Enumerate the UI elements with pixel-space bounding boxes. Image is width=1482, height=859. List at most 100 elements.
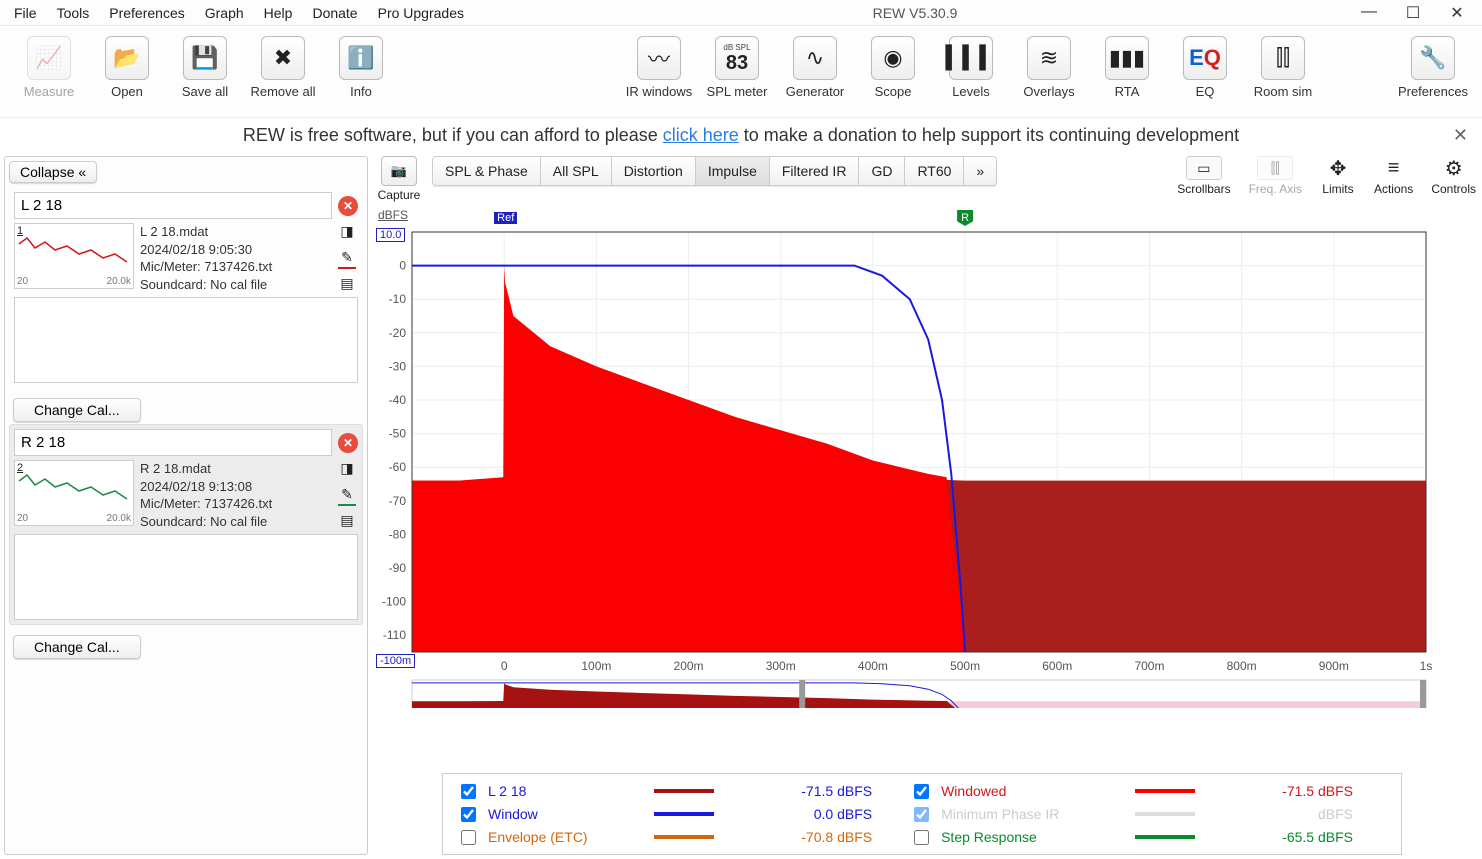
tool-open-button[interactable]: 📂Open: [88, 32, 166, 103]
menu-preferences[interactable]: Preferences: [99, 2, 194, 24]
freqaxis-tool: ⫿⫿ Freq. Axis: [1249, 156, 1302, 196]
tool-spl-label: SPL meter: [707, 84, 768, 99]
svg-text:100m: 100m: [581, 659, 611, 673]
window-maximize-icon[interactable]: ☐: [1400, 3, 1426, 23]
measurement-name-input[interactable]: [14, 429, 332, 456]
svg-text:-30: -30: [389, 359, 407, 373]
tab-all-spl[interactable]: All SPL: [541, 157, 612, 185]
menu-help[interactable]: Help: [254, 2, 303, 24]
limits-tool[interactable]: ✥ Limits: [1320, 156, 1356, 196]
measurement-notes-icon[interactable]: ▤: [338, 512, 356, 530]
menu-tools[interactable]: Tools: [47, 2, 100, 24]
window-close-icon[interactable]: ✕: [1444, 3, 1470, 23]
menu-proupgrades[interactable]: Pro Upgrades: [368, 2, 474, 24]
svg-text:-50: -50: [389, 427, 407, 441]
tool-rta-label: RTA: [1115, 84, 1140, 99]
legend-value: 0.0 dBFS: [755, 802, 878, 825]
collapse-button[interactable]: Collapse «: [9, 161, 97, 183]
measurement-graph-icon[interactable]: ◨: [338, 460, 356, 478]
banner-close-icon[interactable]: ✕: [1453, 125, 1468, 146]
tool-measure-label: Measure: [24, 84, 75, 99]
ref-marker[interactable]: Ref: [494, 212, 517, 224]
tool-saveall-button[interactable]: 💾Save all: [166, 32, 244, 103]
scope-icon: ◉: [871, 36, 915, 80]
spl-meter-icon: dB SPL 83: [715, 36, 759, 80]
measurement-delete-icon[interactable]: ✕: [338, 196, 358, 216]
tab-distortion[interactable]: Distortion: [612, 157, 696, 185]
scrollbars-tool[interactable]: ▭ Scrollbars: [1177, 156, 1230, 196]
x-cursor-badge: -100m: [376, 654, 415, 668]
tab-rt60[interactable]: RT60: [905, 157, 964, 185]
legend-check-envelope-etc-[interactable]: [461, 830, 476, 845]
change-cal-button-2[interactable]: Change Cal...: [13, 635, 141, 659]
tool-roomsim-button[interactable]: ⫿⫿Room sim: [1244, 32, 1322, 103]
measurement-card-1[interactable]: ✕ 1 2020.0k L 2 18.mdat2024/02/18 9:05:3…: [9, 187, 363, 388]
removeall-icon: ✖: [261, 36, 305, 80]
tool-overlays-label: Overlays: [1023, 84, 1074, 99]
impulse-chart[interactable]: dBFS 10.0 0-10-20-30-40-50-60-70-80-90-1…: [372, 208, 1476, 769]
tool-scope-button[interactable]: ◉Scope: [854, 32, 932, 103]
tab-gd[interactable]: GD: [859, 157, 905, 185]
info-icon: ℹ️: [339, 36, 383, 80]
tool-rta-button[interactable]: ▮▮▮RTA: [1088, 32, 1166, 103]
window-minimize-icon[interactable]: —: [1356, 3, 1382, 23]
eq-icon: EQ: [1183, 36, 1227, 80]
legend-check-window[interactable]: [461, 807, 476, 822]
tool-open-label: Open: [111, 84, 143, 99]
measurement-edit-icon[interactable]: ✎: [338, 486, 356, 504]
tool-info-button[interactable]: ℹ️Info: [322, 32, 400, 103]
menu-file[interactable]: File: [4, 2, 47, 24]
tool-removeall-label: Remove all: [250, 84, 315, 99]
measurement-notes-icon[interactable]: ▤: [338, 275, 356, 293]
tab-spl-phase[interactable]: SPL & Phase: [433, 157, 541, 185]
tool-irwin-button[interactable]: 〰 IR windows: [620, 32, 698, 103]
controls-tool[interactable]: ⚙ Controls: [1431, 156, 1476, 196]
measurement-delete-icon[interactable]: ✕: [338, 433, 358, 453]
tab--[interactable]: »: [964, 157, 996, 185]
measurement-thumbnail[interactable]: 2 2020.0k: [14, 460, 134, 526]
measurement-edit-icon[interactable]: ✎: [338, 249, 356, 267]
menu-graph[interactable]: Graph: [195, 2, 254, 24]
tab-impulse[interactable]: Impulse: [696, 157, 770, 185]
legend-check-step-response[interactable]: [914, 830, 929, 845]
window-title: REW V5.30.9: [474, 5, 1356, 21]
svg-text:200m: 200m: [674, 659, 704, 673]
tool-levels-button[interactable]: ▍▍▍Levels: [932, 32, 1010, 103]
tool-prefs-button[interactable]: 🔧Preferences: [1394, 32, 1472, 103]
legend-check-windowed[interactable]: [914, 784, 929, 799]
measurement-notes-area[interactable]: [14, 297, 358, 383]
tool-measure-button: 📈Measure: [10, 32, 88, 103]
banner-link[interactable]: click here: [663, 125, 739, 145]
measurement-graph-icon[interactable]: ◨: [338, 223, 356, 241]
tool-removeall-button[interactable]: ✖ Remove all: [244, 32, 322, 103]
measurement-info: R 2 18.mdat2024/02/18 9:13:08Mic/Meter: …: [140, 460, 330, 530]
measurement-card-2[interactable]: ✕ 2 2020.0k R 2 18.mdat2024/02/18 9:13:0…: [9, 424, 363, 625]
measurement-notes-area[interactable]: [14, 534, 358, 620]
tool-irwin-label: IR windows: [626, 84, 692, 99]
change-cal-button-1[interactable]: Change Cal...: [13, 398, 141, 422]
legend-check-minimum-phase-ir[interactable]: [914, 807, 929, 822]
svg-text:-80: -80: [389, 527, 407, 541]
irwin-icon: 〰: [637, 36, 681, 80]
measurement-thumbnail[interactable]: 1 2020.0k: [14, 223, 134, 289]
svg-text:1s: 1s: [1420, 659, 1432, 673]
tool-eq-button[interactable]: EQEQ: [1166, 32, 1244, 103]
actions-icon: ≡: [1376, 156, 1412, 180]
measurement-name-input[interactable]: [14, 192, 332, 219]
menu-donate[interactable]: Donate: [302, 2, 367, 24]
legend-value: dBFS: [1236, 802, 1359, 825]
actions-tool[interactable]: ≡ Actions: [1374, 156, 1413, 196]
tool-spl-button[interactable]: dB SPL 83 SPL meter: [698, 32, 776, 103]
controls-icon: ⚙: [1436, 156, 1472, 180]
tab-filtered-ir[interactable]: Filtered IR: [770, 157, 860, 185]
legend-check-l-2-18[interactable]: [461, 784, 476, 799]
svg-text:500m: 500m: [950, 659, 980, 673]
overlays-icon: ≋: [1027, 36, 1071, 80]
legend-swatch: [1135, 812, 1195, 816]
tool-levels-label: Levels: [952, 84, 990, 99]
svg-text:800m: 800m: [1227, 659, 1257, 673]
legend-swatch: [654, 835, 714, 839]
tool-gen-button[interactable]: ∿Generator: [776, 32, 854, 103]
capture-button[interactable]: 📷 Capture: [372, 156, 426, 202]
tool-overlays-button[interactable]: ≋ Overlays: [1010, 32, 1088, 103]
